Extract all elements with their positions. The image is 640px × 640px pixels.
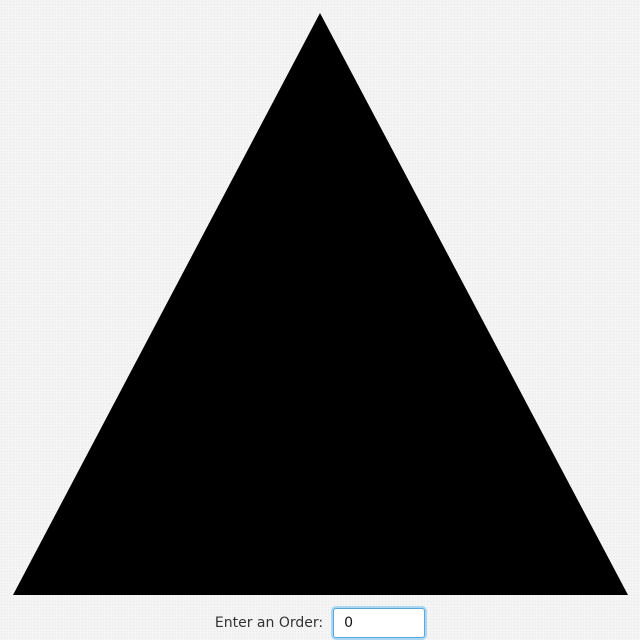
order-controls-bar: Enter an Order:: [0, 606, 640, 640]
sierpinski-canvas: [13, 13, 628, 595]
order-input[interactable]: [333, 608, 426, 638]
sierpinski-triangle: [13, 13, 628, 595]
order-label: Enter an Order:: [214, 615, 324, 631]
sierpinski-app-window: Enter an Order:: [0, 0, 640, 640]
